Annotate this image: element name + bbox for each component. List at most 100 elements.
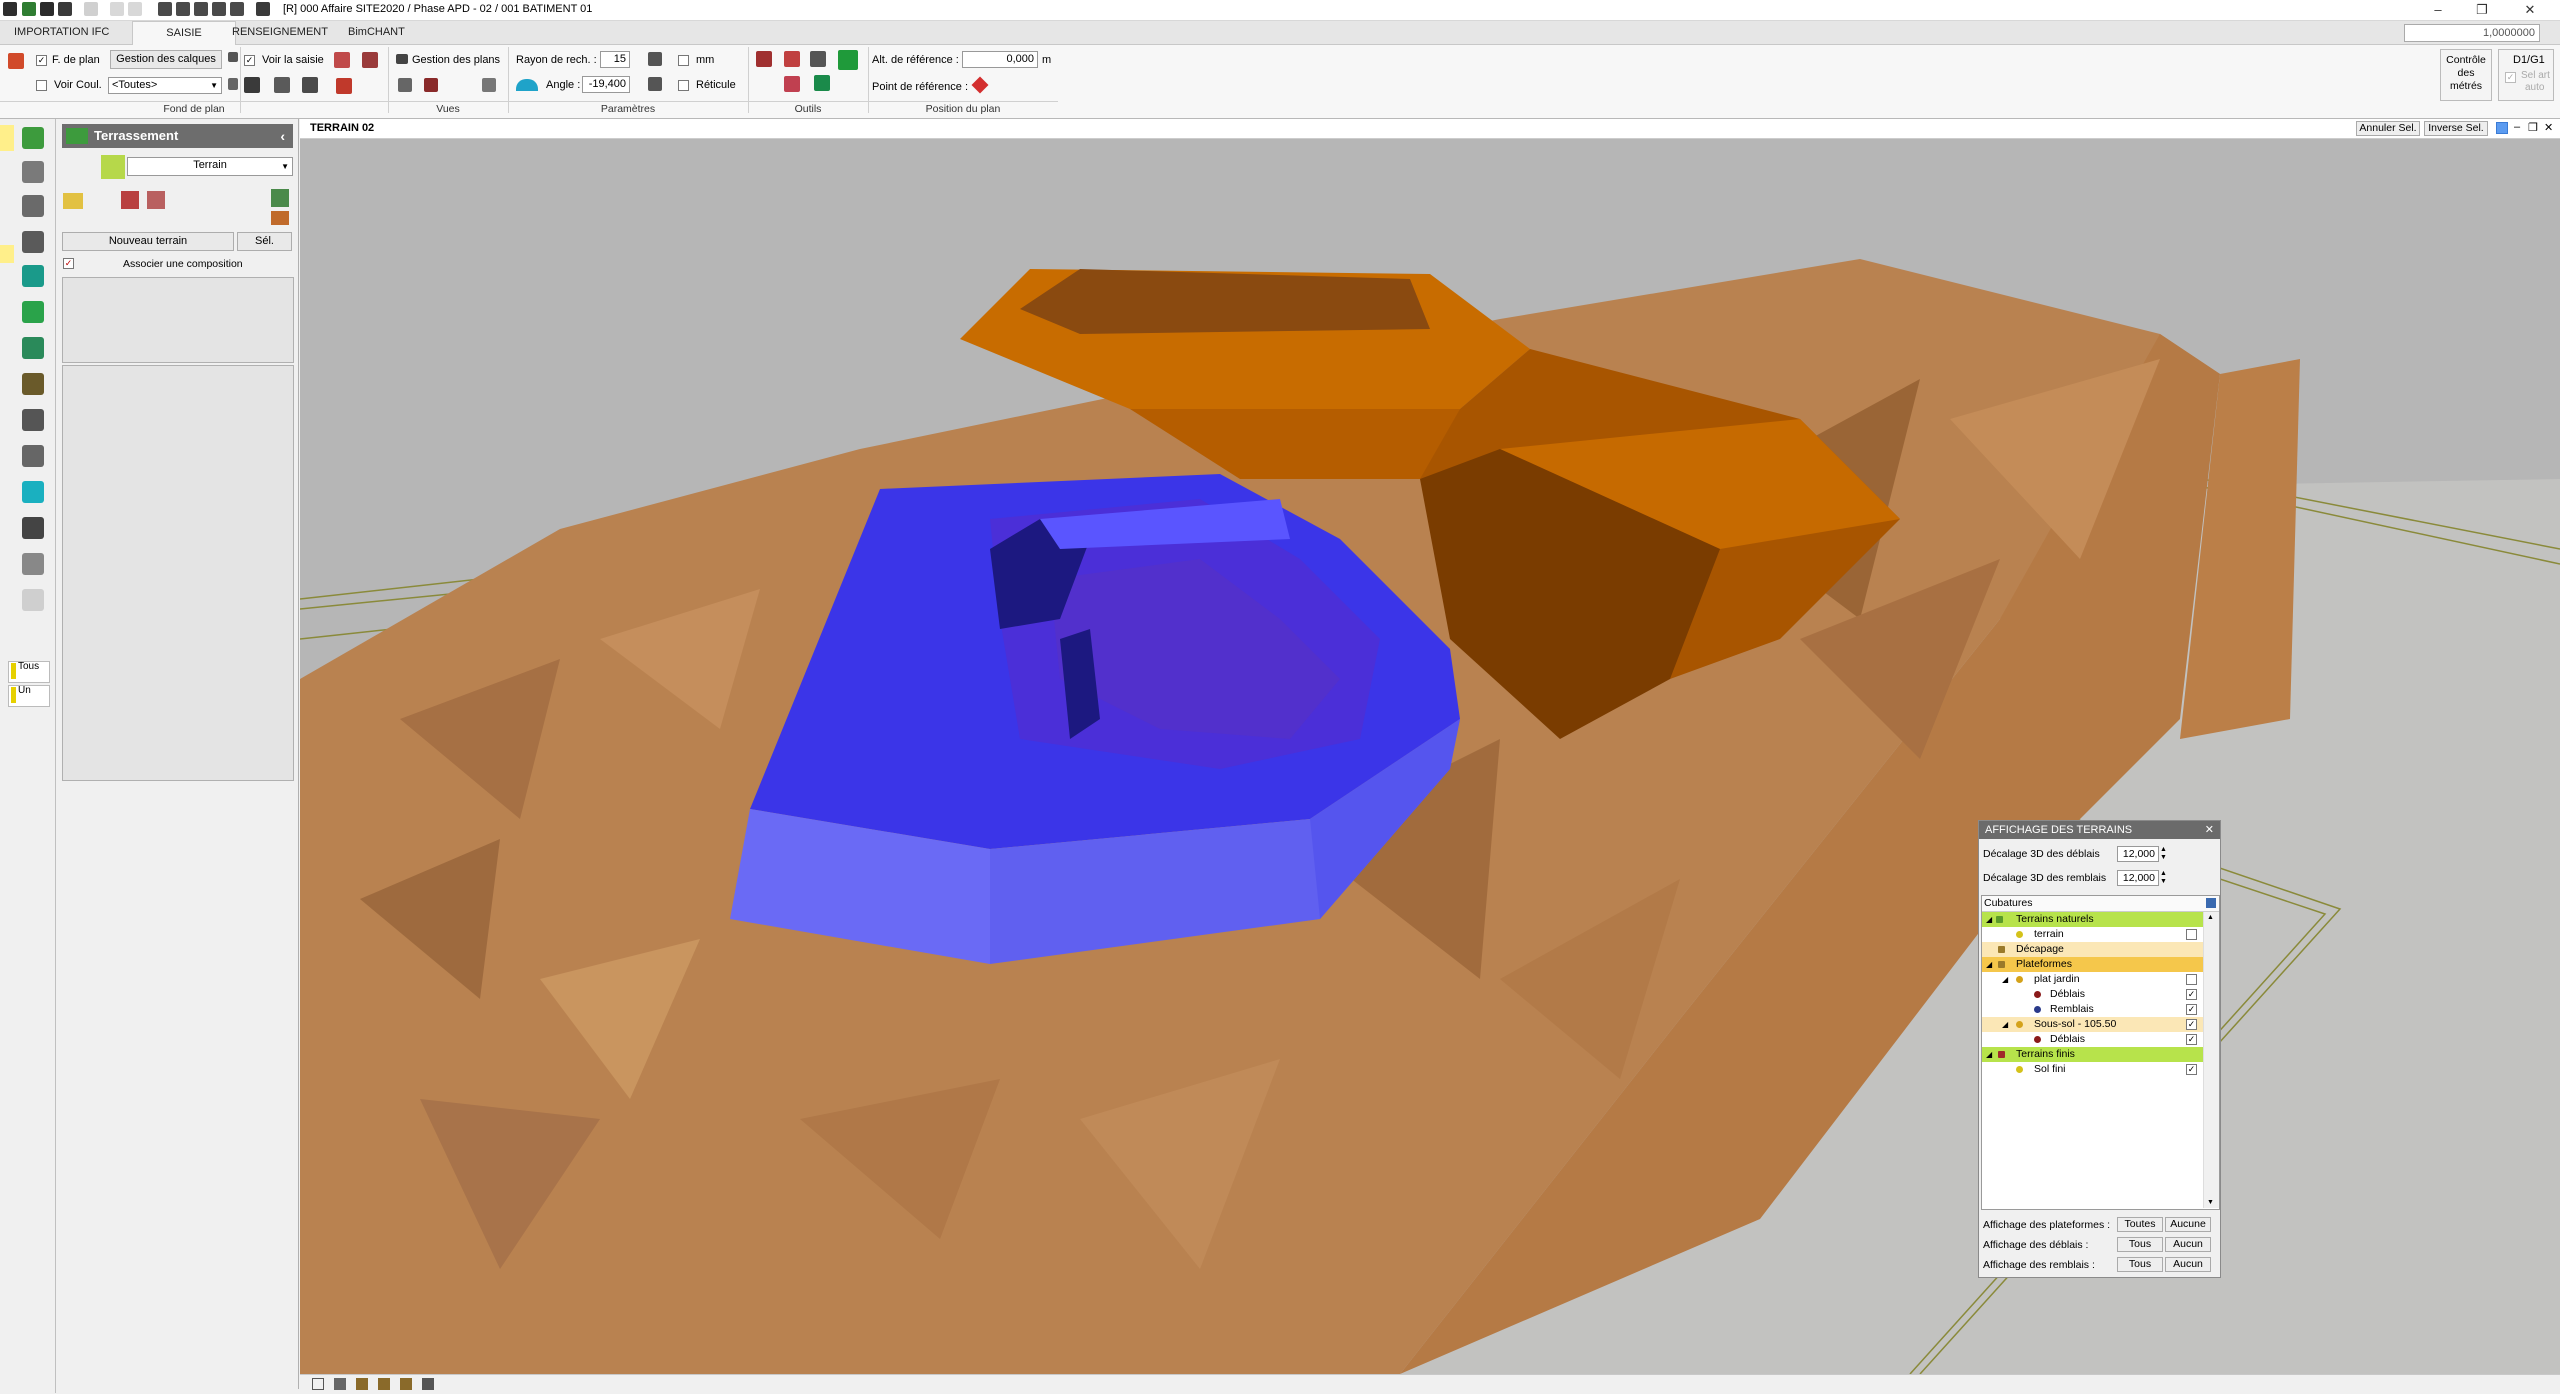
zoom-icon[interactable] xyxy=(194,2,208,16)
arrow-updown-icon[interactable] xyxy=(228,78,238,90)
delete-icon[interactable] xyxy=(121,191,139,209)
expand-icon[interactable]: ◢ xyxy=(1986,912,1992,927)
restore-view-icon[interactable]: ❐ xyxy=(2528,121,2538,134)
terrain-tool-icon[interactable] xyxy=(22,127,44,149)
redo-icon[interactable] xyxy=(128,2,142,16)
close-view-icon[interactable]: ✕ xyxy=(2544,121,2553,134)
new-icon[interactable] xyxy=(22,2,36,16)
tool-pen-icon[interactable] xyxy=(784,51,800,67)
eye-icon[interactable] xyxy=(396,54,408,64)
voir-coul-checkbox[interactable] xyxy=(36,80,47,91)
tree-row-deblais[interactable]: Déblais xyxy=(1982,987,2203,1002)
plan-view-icon[interactable] xyxy=(424,78,438,92)
spin-icon[interactable]: ▲ ▼ xyxy=(2160,846,2167,862)
tree-row-decapage[interactable]: Décapage xyxy=(1982,942,2203,957)
plat-jardin-checkbox[interactable] xyxy=(2186,974,2197,985)
tree-row-terrains-finis[interactable]: ◢ Terrains finis xyxy=(1982,1047,2203,1062)
angle-input[interactable]: -19,400 xyxy=(582,76,630,93)
decalage-remblais-input[interactable]: 12,000 xyxy=(2117,870,2159,886)
tool-edit-icon[interactable] xyxy=(784,76,800,92)
decalage-deblais-input[interactable]: 12,000 xyxy=(2117,846,2159,862)
tous-button[interactable]: Tous xyxy=(8,661,50,683)
view-side-icon[interactable] xyxy=(400,1378,412,1390)
angle-icon[interactable] xyxy=(516,79,538,91)
tab-bimchant[interactable]: BimCHANT xyxy=(336,21,417,44)
layers-icon[interactable] xyxy=(8,53,24,69)
pipe-tool-icon[interactable] xyxy=(22,445,44,467)
scroll-down-icon[interactable]: ▼ xyxy=(2207,1199,2214,1206)
remblais-checkbox[interactable]: ✓ xyxy=(2186,1004,2197,1015)
view-3d-icon[interactable] xyxy=(334,52,350,68)
measure-angle-icon[interactable] xyxy=(648,77,662,91)
alt-ref-input[interactable]: 0,000 xyxy=(962,51,1038,68)
deblais-tous-button[interactable]: Tous xyxy=(2117,1237,2163,1252)
print-preview-icon[interactable] xyxy=(84,2,98,16)
hand-icon[interactable] xyxy=(212,2,226,16)
tab-renseignement[interactable]: RENSEIGNEMENT xyxy=(220,21,340,44)
tree-row-terrains-naturels[interactable]: ◢ Terrains naturels xyxy=(1982,912,2203,927)
sel-button[interactable]: Sél. xyxy=(237,232,292,251)
3d-viewport[interactable] xyxy=(300,119,2560,1374)
pan-icon[interactable] xyxy=(158,2,172,16)
orbit-icon[interactable] xyxy=(176,2,190,16)
spin-icon[interactable]: ▲ ▼ xyxy=(2160,870,2167,886)
controle-metres-button[interactable]: Contrôle des métrés xyxy=(2440,49,2492,101)
target-icon[interactable] xyxy=(971,76,989,94)
tree-row-plat-jardin[interactable]: ◢ plat jardin xyxy=(1982,972,2203,987)
minimize-button[interactable]: – xyxy=(2416,0,2460,20)
tab-importation-ifc[interactable]: IMPORTATION IFC xyxy=(2,21,121,44)
column-tool-icon[interactable] xyxy=(22,409,44,431)
folder-icon[interactable] xyxy=(63,193,83,209)
minimize-view-icon[interactable]: – xyxy=(2514,121,2520,133)
render-mode-icon[interactable] xyxy=(422,1378,434,1390)
sous-sol-checkbox[interactable]: ✓ xyxy=(2186,1019,2197,1030)
scroll-icon[interactable] xyxy=(256,2,270,16)
mm-checkbox[interactable] xyxy=(678,55,689,66)
tool-measure-icon[interactable] xyxy=(756,51,772,67)
voir-saisie-checkbox[interactable]: ✓ xyxy=(244,55,255,66)
rayon-input[interactable]: 15 xyxy=(600,51,630,68)
expand-icon[interactable]: ◢ xyxy=(1986,957,1992,972)
zone-tool-icon[interactable] xyxy=(22,481,44,503)
section-icon[interactable] xyxy=(244,77,260,93)
stair-tool-icon[interactable] xyxy=(22,337,44,359)
slab-tool-icon[interactable] xyxy=(22,161,44,183)
select-mode-icon[interactable] xyxy=(2496,122,2508,134)
view-2d-icon[interactable] xyxy=(312,1378,324,1390)
cross-icon[interactable] xyxy=(648,52,662,66)
collapse-icon[interactable]: ‹ xyxy=(280,124,285,148)
disabled-tool-icon[interactable] xyxy=(22,589,44,611)
tool-chart-icon[interactable] xyxy=(810,51,826,67)
sol-fini-checkbox[interactable]: ✓ xyxy=(2186,1064,2197,1075)
gestion-plans-label[interactable]: Gestion des plans xyxy=(412,54,500,66)
dialog-close-icon[interactable]: ✕ xyxy=(2205,821,2214,839)
associer-checkbox[interactable]: ✓ xyxy=(63,258,74,269)
arrow-up-icon[interactable] xyxy=(228,52,238,62)
deblais-aucun-button[interactable]: Aucun xyxy=(2165,1237,2211,1252)
un-button[interactable]: Un xyxy=(8,685,50,707)
tool-active-icon[interactable] xyxy=(838,50,858,70)
object-tool-icon[interactable] xyxy=(22,517,44,539)
room-tool-icon[interactable] xyxy=(22,265,44,287)
save-icon[interactable] xyxy=(40,2,54,16)
edit-pencil-icon[interactable] xyxy=(271,189,289,207)
expand-icon[interactable]: ◢ xyxy=(2002,1017,2008,1032)
plateformes-toutes-button[interactable]: Toutes xyxy=(2117,1217,2163,1232)
tree-options-icon[interactable] xyxy=(2206,898,2216,908)
roof-tool-icon[interactable] xyxy=(22,301,44,323)
reticule-checkbox[interactable] xyxy=(678,80,689,91)
view-3d-icon[interactable] xyxy=(334,1378,346,1390)
undo-icon[interactable] xyxy=(110,2,124,16)
list-icon[interactable] xyxy=(271,211,289,225)
annuler-sel-button[interactable]: Annuler Sel. xyxy=(2356,121,2420,136)
zoom-all-icon[interactable] xyxy=(230,2,244,16)
terrain-dropdown[interactable]: Terrain ▼ xyxy=(127,157,293,176)
render-icon[interactable] xyxy=(362,52,378,68)
gestion-calques-button[interactable]: Gestion des calques xyxy=(110,50,222,69)
print-icon[interactable] xyxy=(58,2,72,16)
terrain-checkbox[interactable] xyxy=(2186,929,2197,940)
expand-icon[interactable]: ◢ xyxy=(1986,1047,1992,1062)
tree-scrollbar[interactable]: ▲ ▼ xyxy=(2203,912,2219,1208)
layers-tool-icon[interactable] xyxy=(22,195,44,217)
restore-button[interactable]: ❐ xyxy=(2460,0,2504,20)
